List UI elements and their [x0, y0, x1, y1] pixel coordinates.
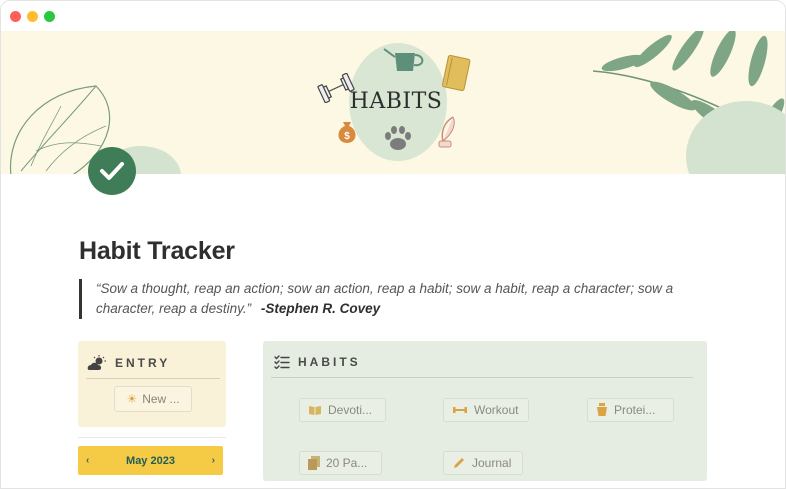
- entry-divider: [86, 378, 220, 379]
- habits-panel: HABITS Devoti... Workout Protei... 20 Pa…: [263, 341, 707, 481]
- habits-divider: [271, 377, 693, 378]
- habit-label: Devoti...: [328, 403, 373, 417]
- page-title[interactable]: Habit Tracker: [79, 237, 235, 266]
- habit-label: Workout: [474, 403, 519, 417]
- sun-cloud-icon: [87, 355, 106, 370]
- habits-header: HABITS: [274, 355, 361, 369]
- dumbbell-icon: [452, 405, 468, 415]
- app-window: HABITS $ Habit Tracker “Sow a thought, r…: [0, 0, 786, 489]
- habit-button-devotion[interactable]: Devoti...: [299, 398, 386, 422]
- shaker-icon: [596, 403, 608, 417]
- cover-title: HABITS: [349, 89, 443, 114]
- calendar-month-label: May 2023: [126, 454, 175, 467]
- quill-icon: [438, 116, 455, 148]
- book-icon: [441, 54, 471, 92]
- close-window-button[interactable]: [10, 11, 21, 22]
- dumbbell-icon: [317, 73, 355, 103]
- habit-label: Journal: [472, 456, 512, 470]
- page-icon[interactable]: [88, 147, 136, 195]
- quote-block[interactable]: “Sow a thought, reap an action; sow an a…: [79, 279, 699, 319]
- new-entry-label: New ...: [142, 392, 180, 406]
- sun-icon: ☀: [126, 392, 138, 406]
- habit-button-workout[interactable]: Workout: [443, 398, 529, 422]
- pen-icon: [452, 456, 466, 470]
- calendar-month-bar: ‹ May 2023 ›: [78, 446, 223, 475]
- new-entry-button[interactable]: ☀ New ...: [114, 386, 192, 412]
- entry-header-label: ENTRY: [115, 356, 171, 370]
- habit-button-protein[interactable]: Protei...: [587, 398, 674, 422]
- entry-header: ENTRY: [87, 355, 170, 371]
- money-bag-icon: $: [338, 122, 356, 143]
- pages-icon: [308, 456, 320, 470]
- habit-button-journal[interactable]: Journal: [443, 451, 523, 475]
- zoom-window-button[interactable]: [44, 11, 55, 22]
- quote-text: “Sow a thought, reap an action; sow an a…: [96, 281, 674, 316]
- prev-month-button[interactable]: ‹: [86, 455, 89, 466]
- section-divider: [78, 437, 226, 438]
- habits-header-label: HABITS: [298, 355, 361, 369]
- next-month-button[interactable]: ›: [212, 455, 215, 466]
- entry-panel: ENTRY ☀ New ...: [78, 341, 226, 427]
- book-open-icon: [308, 404, 322, 416]
- watering-can-icon: [383, 48, 424, 71]
- paw-icon: [385, 126, 411, 150]
- minimize-window-button[interactable]: [27, 11, 38, 22]
- checkmark-icon: [100, 162, 124, 180]
- title-bar: [1, 1, 785, 31]
- checklist-icon: [274, 355, 290, 369]
- habit-button-20-pages[interactable]: 20 Pa...: [299, 451, 382, 475]
- quote-author: -Stephen R. Covey: [260, 301, 381, 316]
- svg-text:$: $: [344, 131, 350, 142]
- habit-label: 20 Pa...: [326, 456, 368, 470]
- habit-label: Protei...: [614, 403, 656, 417]
